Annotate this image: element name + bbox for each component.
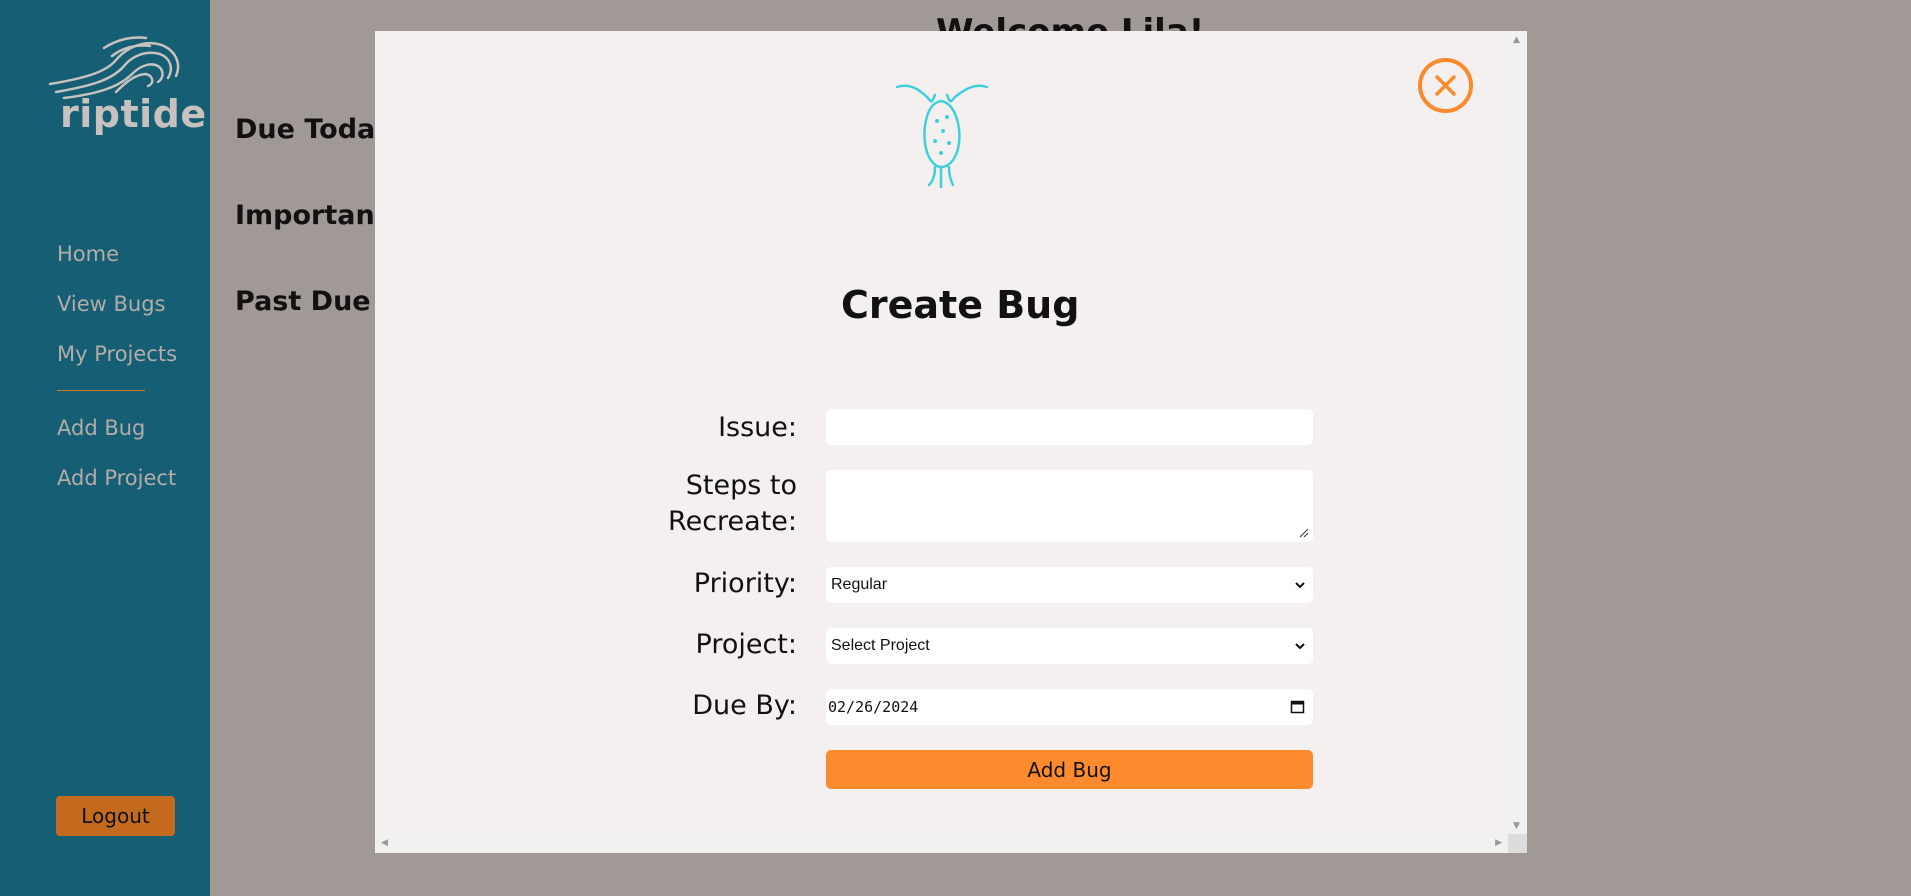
- steps-label: Steps to Recreate:: [668, 468, 797, 540]
- app-logo-text: riptide: [60, 92, 207, 136]
- priority-label: Priority:: [693, 568, 797, 599]
- section-heading-due-today: Due Today: [235, 114, 393, 145]
- modal-title: Create Bug: [841, 283, 1080, 327]
- bug-icon: [895, 84, 989, 189]
- chevron-down-icon: [1295, 582, 1305, 589]
- page-title: Welcome Lila!: [936, 12, 1205, 32]
- create-bug-modal: Create Bug Issue: Steps to Recreate: Pri…: [375, 31, 1527, 853]
- scroll-down-icon[interactable]: ▼: [1513, 822, 1520, 831]
- issue-label: Issue:: [718, 412, 797, 443]
- vertical-scrollbar[interactable]: ▲ ▼: [1508, 31, 1527, 834]
- close-button[interactable]: [1418, 58, 1473, 113]
- sidebar-item-home[interactable]: Home: [57, 242, 119, 266]
- resize-handle-icon[interactable]: [1299, 528, 1309, 538]
- sidebar-item-view-bugs[interactable]: View Bugs: [57, 292, 166, 316]
- sidebar-item-my-projects[interactable]: My Projects: [57, 342, 177, 366]
- steps-label-line1: Steps to: [685, 470, 797, 501]
- add-bug-button[interactable]: Add Bug: [826, 750, 1313, 789]
- scroll-left-icon[interactable]: ◀: [381, 839, 388, 848]
- horizontal-scrollbar[interactable]: ◀ ▶: [375, 834, 1508, 853]
- calendar-icon[interactable]: [1290, 699, 1305, 714]
- sidebar-item-add-project[interactable]: Add Project: [57, 466, 176, 490]
- close-icon: [1435, 75, 1456, 96]
- issue-input[interactable]: [826, 409, 1313, 445]
- project-label: Project:: [695, 629, 797, 660]
- sidebar: riptide Home View Bugs My Projects Add B…: [0, 0, 210, 896]
- sidebar-divider: [57, 390, 145, 391]
- steps-textarea[interactable]: [826, 470, 1313, 542]
- chevron-down-icon: [1295, 643, 1305, 650]
- project-select[interactable]: Select Project: [826, 628, 1313, 664]
- sidebar-item-add-bug[interactable]: Add Bug: [57, 416, 145, 440]
- section-heading-past-due: Past Due: [235, 286, 371, 317]
- scrollbar-corner: [1508, 834, 1527, 853]
- priority-select[interactable]: Regular: [826, 567, 1313, 603]
- due-date-input[interactable]: 02/26/2024: [826, 689, 1313, 725]
- scroll-right-icon[interactable]: ▶: [1495, 839, 1502, 848]
- scroll-up-icon[interactable]: ▲: [1513, 36, 1520, 45]
- logout-button[interactable]: Logout: [56, 796, 175, 836]
- due-by-label: Due By:: [692, 690, 797, 721]
- steps-label-line2: Recreate:: [668, 506, 797, 537]
- section-heading-important: Important: [235, 200, 388, 231]
